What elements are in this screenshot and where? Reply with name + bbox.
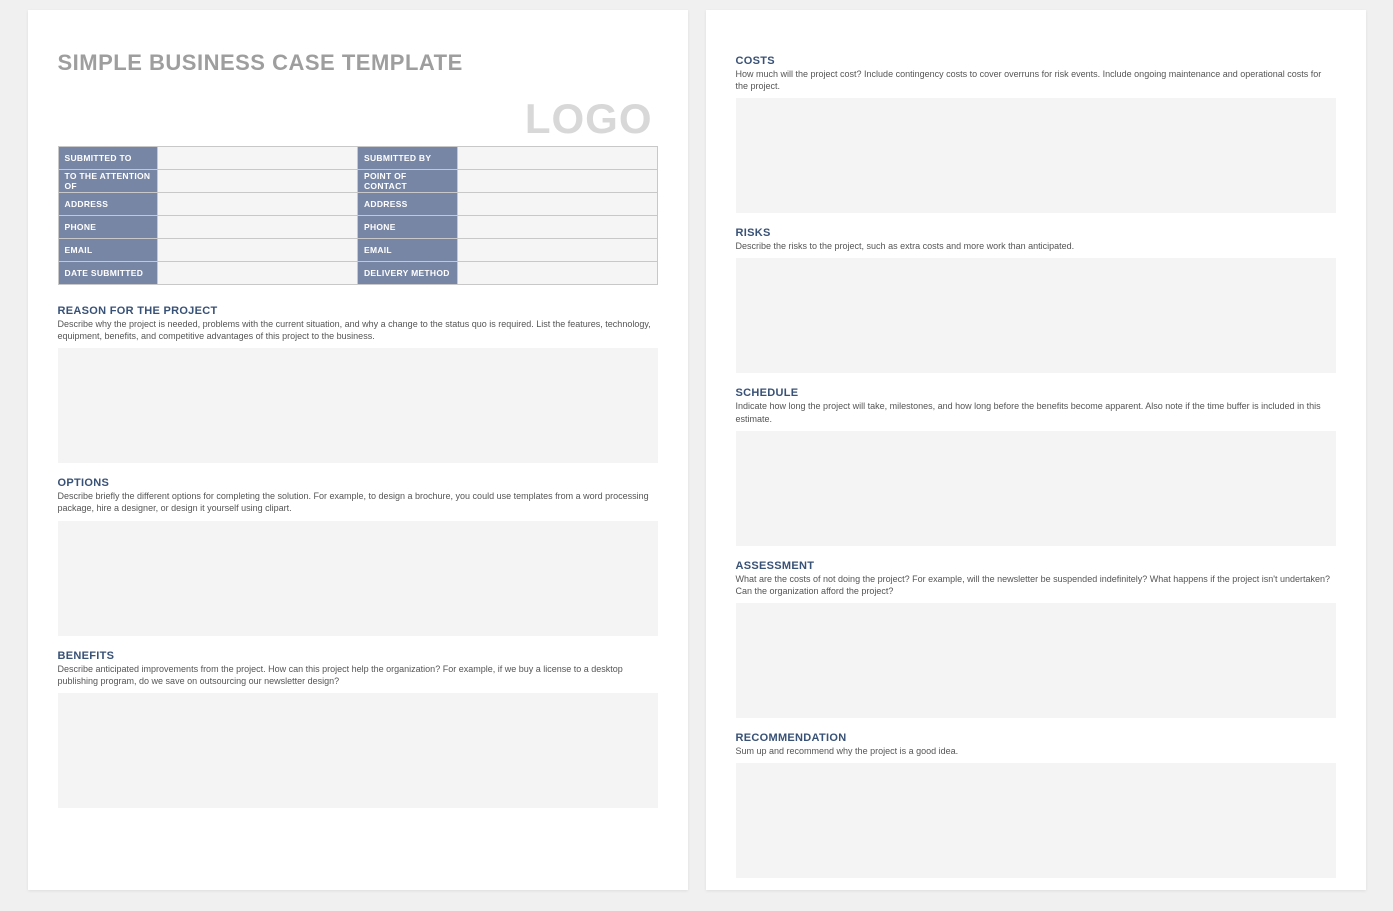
- section-desc-costs: How much will the project cost? Include …: [736, 68, 1336, 92]
- input-risks[interactable]: [736, 258, 1336, 373]
- value-delivery-method[interactable]: [457, 262, 657, 285]
- section-title-assessment: ASSESSMENT: [736, 560, 1336, 572]
- logo-placeholder: LOGO: [525, 95, 653, 143]
- document-page-1: SIMPLE BUSINESS CASE TEMPLATE LOGO SUBMI…: [28, 10, 688, 890]
- label-email-to: EMAIL: [58, 239, 158, 262]
- input-costs[interactable]: [736, 98, 1336, 213]
- label-submitted-to: SUBMITTED TO: [58, 147, 158, 170]
- value-phone-to[interactable]: [158, 216, 358, 239]
- submission-info-table: SUBMITTED TO SUBMITTED BY TO THE ATTENTI…: [58, 146, 658, 285]
- section-title-options: OPTIONS: [58, 477, 658, 489]
- label-email-by: EMAIL: [357, 239, 457, 262]
- section-costs: COSTS How much will the project cost? In…: [736, 55, 1336, 213]
- label-attention-of: TO THE ATTENTION OF: [58, 170, 158, 193]
- section-assessment: ASSESSMENT What are the costs of not doi…: [736, 560, 1336, 718]
- document-title: SIMPLE BUSINESS CASE TEMPLATE: [58, 50, 658, 76]
- section-recommendation: RECOMMENDATION Sum up and recommend why …: [736, 732, 1336, 878]
- section-desc-options: Describe briefly the different options f…: [58, 490, 658, 514]
- section-reason: REASON FOR THE PROJECT Describe why the …: [58, 305, 658, 463]
- section-title-schedule: SCHEDULE: [736, 387, 1336, 399]
- label-phone-by: PHONE: [357, 216, 457, 239]
- input-recommendation[interactable]: [736, 763, 1336, 878]
- section-title-risks: RISKS: [736, 227, 1336, 239]
- section-title-costs: COSTS: [736, 55, 1336, 67]
- label-point-of-contact: POINT OF CONTACT: [357, 170, 457, 193]
- value-email-to[interactable]: [158, 239, 358, 262]
- section-desc-risks: Describe the risks to the project, such …: [736, 240, 1336, 252]
- section-desc-reason: Describe why the project is needed, prob…: [58, 318, 658, 342]
- label-phone-to: PHONE: [58, 216, 158, 239]
- label-submitted-by: SUBMITTED BY: [357, 147, 457, 170]
- value-phone-by[interactable]: [457, 216, 657, 239]
- section-desc-recommendation: Sum up and recommend why the project is …: [736, 745, 1336, 757]
- document-page-2: COSTS How much will the project cost? In…: [706, 10, 1366, 890]
- value-point-of-contact[interactable]: [457, 170, 657, 193]
- section-title-benefits: BENEFITS: [58, 650, 658, 662]
- input-benefits[interactable]: [58, 693, 658, 808]
- input-assessment[interactable]: [736, 603, 1336, 718]
- value-email-by[interactable]: [457, 239, 657, 262]
- label-date-submitted: DATE SUBMITTED: [58, 262, 158, 285]
- section-schedule: SCHEDULE Indicate how long the project w…: [736, 387, 1336, 545]
- section-options: OPTIONS Describe briefly the different o…: [58, 477, 658, 635]
- input-schedule[interactable]: [736, 431, 1336, 546]
- label-delivery-method: DELIVERY METHOD: [357, 262, 457, 285]
- value-submitted-to[interactable]: [158, 147, 358, 170]
- value-address-to[interactable]: [158, 193, 358, 216]
- section-benefits: BENEFITS Describe anticipated improvemen…: [58, 650, 658, 808]
- section-desc-assessment: What are the costs of not doing the proj…: [736, 573, 1336, 597]
- input-reason[interactable]: [58, 348, 658, 463]
- section-desc-benefits: Describe anticipated improvements from t…: [58, 663, 658, 687]
- value-attention-of[interactable]: [158, 170, 358, 193]
- value-date-submitted[interactable]: [158, 262, 358, 285]
- label-address-by: ADDRESS: [357, 193, 457, 216]
- section-desc-schedule: Indicate how long the project will take,…: [736, 400, 1336, 424]
- section-title-recommendation: RECOMMENDATION: [736, 732, 1336, 744]
- label-address-to: ADDRESS: [58, 193, 158, 216]
- value-address-by[interactable]: [457, 193, 657, 216]
- value-submitted-by[interactable]: [457, 147, 657, 170]
- section-title-reason: REASON FOR THE PROJECT: [58, 305, 658, 317]
- section-risks: RISKS Describe the risks to the project,…: [736, 227, 1336, 373]
- input-options[interactable]: [58, 521, 658, 636]
